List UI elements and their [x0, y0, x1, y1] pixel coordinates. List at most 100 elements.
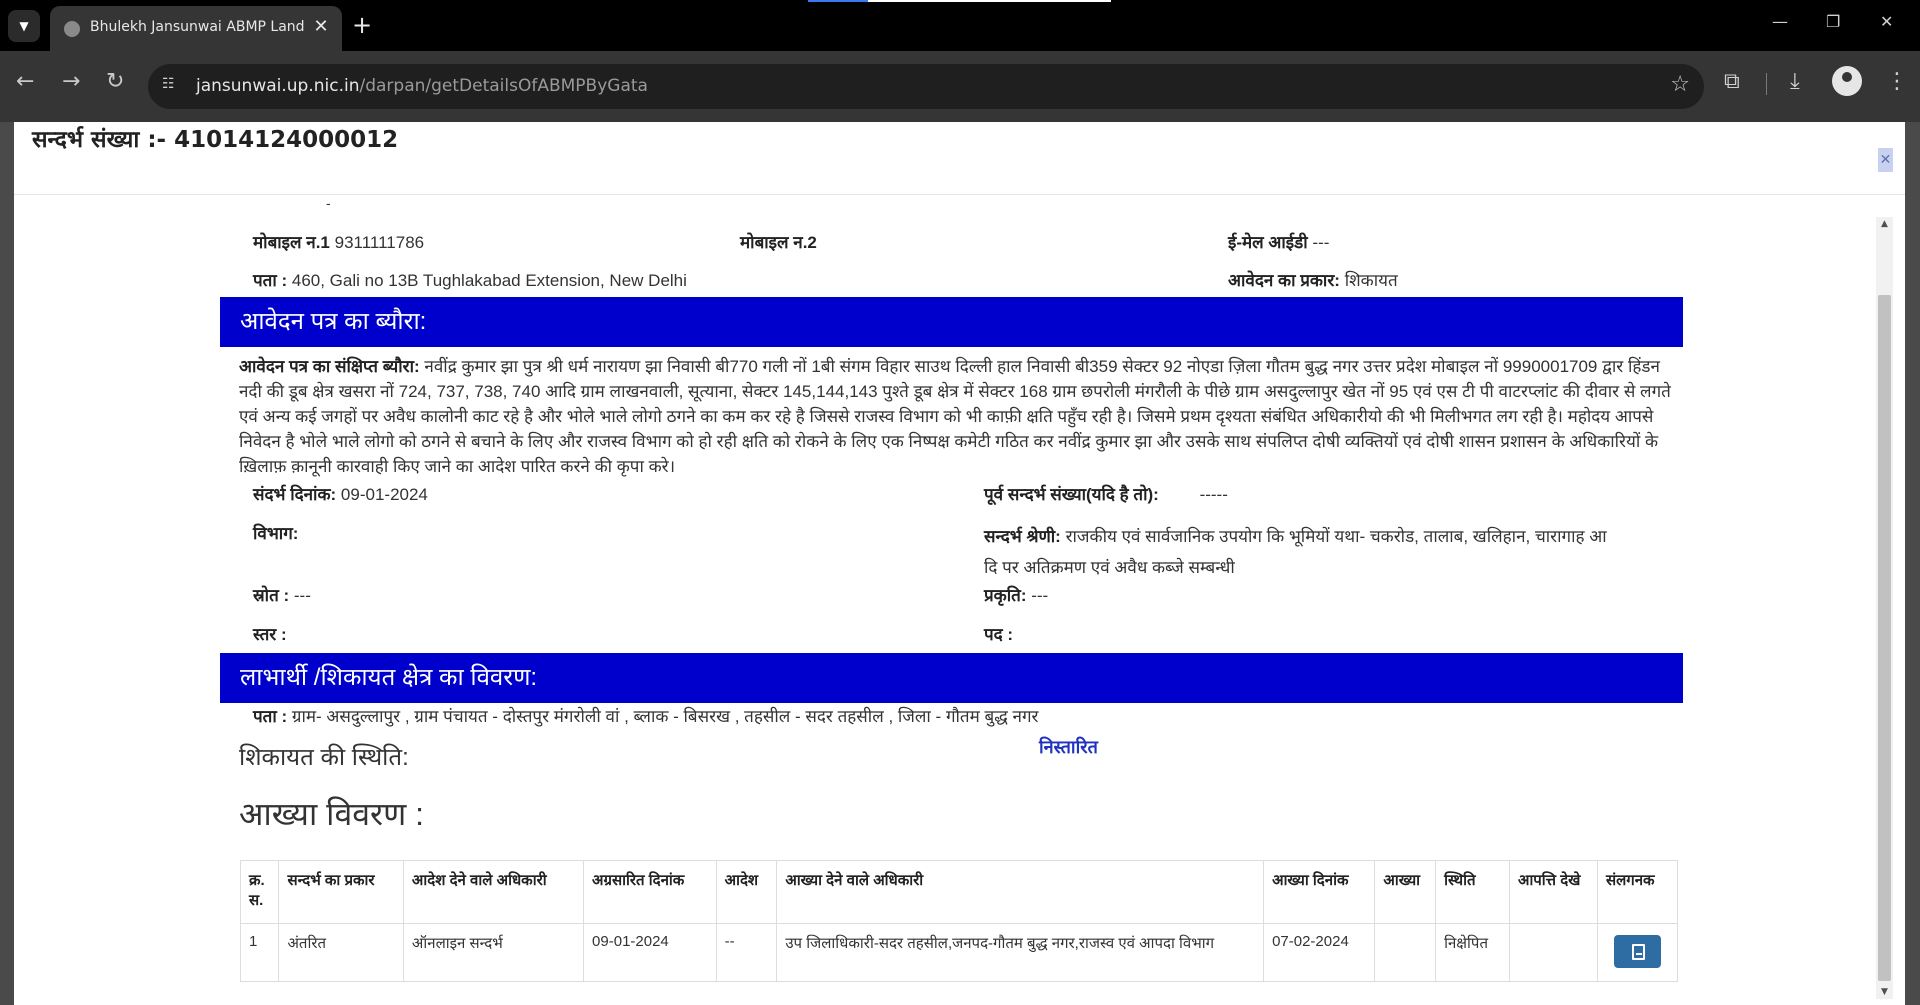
favicon-icon — [64, 21, 80, 37]
post-label: पद : — [984, 625, 1014, 644]
details-modal: सन्दर्भ संख्या :- 41014124000012 ✕ - मोब… — [14, 122, 1905, 1005]
previous-reference-value: ----- — [1199, 485, 1228, 504]
report-table: क्र. स. सन्दर्भ का प्रकार आदेश देने वाले… — [239, 860, 1679, 982]
reference-date-label: संदर्भ दिनांक: — [253, 485, 337, 504]
mobile2-label: मोबाइल न.2 — [740, 233, 817, 252]
application-section-header: आवेदन पत्र का ब्यौरा: — [220, 297, 1683, 347]
reference-date-field: संदर्भ दिनांक: 09-01-2024 — [253, 482, 428, 505]
column-header: आख्या — [1374, 860, 1437, 924]
menu-icon[interactable]: ⋮ — [1886, 68, 1908, 96]
mobile1-value: 9311111786 — [334, 233, 425, 252]
tab-title: Bhulekh Jansunwai ABMP Land — [90, 19, 305, 35]
site-info-icon[interactable]: ☷ — [162, 76, 182, 96]
modal-scrollbar[interactable]: ▲ ▼ — [1876, 217, 1893, 999]
extensions-icon[interactable]: ⧉ — [1724, 68, 1740, 96]
pdf-icon — [1631, 944, 1645, 960]
report-officer-cell: उप जिलाधिकारी-सदर तहसील,जनपद-गौतम बुद्ध … — [776, 923, 1265, 982]
loading-indicator — [808, 0, 1111, 2]
forward-date-cell: 09-01-2024 — [583, 923, 717, 982]
level-label: स्तर : — [253, 625, 287, 644]
source-label: स्रोत : — [253, 586, 290, 605]
tab-close-button[interactable]: ✕ — [310, 16, 332, 38]
reload-button[interactable]: ↻ — [106, 69, 124, 95]
report-date-cell: 07-02-2024 — [1263, 923, 1376, 982]
profile-icon[interactable] — [1832, 66, 1862, 96]
objection-cell — [1508, 923, 1598, 982]
email-value: --- — [1312, 233, 1330, 252]
back-button[interactable]: ← — [16, 69, 34, 95]
beneficiary-address-field: पता : ग्राम- असदुल्लापुर , ग्राम पंचायत … — [253, 704, 1038, 727]
summary-label: आवेदन पत्र का संक्षिप्त ब्यौरा: — [239, 357, 420, 376]
category-label: सन्दर्भ श्रेणी: — [984, 527, 1061, 546]
chevron-down-icon: ▼ — [19, 19, 29, 33]
summary-text: नवींद्र कुमार झा पुत्र श्री धर्म नारायण … — [239, 357, 1671, 476]
column-header: आख्या देने वाले अधिकारी — [776, 860, 1265, 924]
scroll-up-arrow[interactable]: ▲ — [1876, 219, 1893, 229]
table-row: 1 अंतरित ऑनलाइन सन्दर्भ 09-01-2024 -- उप… — [239, 923, 1679, 982]
column-header: आपत्ति देखे — [1508, 860, 1598, 924]
category-line2: दि पर अतिक्रमण एवं अवैध कब्जे सम्बन्धी — [984, 558, 1235, 577]
beneficiary-address-label: पता : — [253, 707, 288, 726]
post-field: पद : — [984, 622, 1013, 645]
column-header: आदेश देने वाले अधिकारी — [402, 860, 585, 924]
restore-button[interactable]: ❐ — [1826, 12, 1840, 31]
reference-date-value: 09-01-2024 — [340, 485, 428, 504]
browser-tab[interactable]: Bhulekh Jansunwai ABMP Land ✕ — [50, 6, 342, 51]
email-field: ई-मेल आईडी --- — [1228, 230, 1329, 253]
star-icon[interactable]: ☆ — [1670, 72, 1690, 97]
address-field: पता : 460, Gali no 13B Tughlakabad Exten… — [253, 268, 687, 291]
application-type-value: शिकायत — [1344, 271, 1398, 290]
level-field: स्तर : — [253, 622, 287, 645]
report-details-title: आख्या विवरण : — [239, 796, 425, 832]
application-summary: आवेदन पत्र का संक्षिप्त ब्यौरा: नवींद्र … — [239, 354, 1681, 479]
previous-reference-field: पूर्व सन्दर्भ संख्या(यदि है तो): ----- — [984, 482, 1228, 505]
modal-header: सन्दर्भ संख्या :- 41014124000012 ✕ — [14, 122, 1905, 195]
new-tab-button[interactable]: + — [352, 12, 372, 38]
pdf-attachment-button[interactable] — [1613, 935, 1661, 968]
reference-number: सन्दर्भ संख्या :- 41014124000012 — [32, 127, 399, 153]
modal-body: - मोबाइल न.1 9311111786 मोबाइल न.2 ई-मेल… — [14, 195, 1874, 1005]
serial-number-cell: 1 — [239, 923, 280, 982]
modal-close-button[interactable]: ✕ — [1878, 148, 1893, 172]
category-line1: राजकीय एवं सार्वजानिक उपयोग कि भूमियों य… — [1065, 527, 1607, 546]
address-bar[interactable]: ☷ jansunwai.up.nic.in/darpan/getDetailsO… — [148, 64, 1704, 109]
order-cell: -- — [715, 923, 778, 982]
url-host: jansunwai.up.nic.in — [196, 76, 360, 96]
tab-search-button[interactable]: ▼ — [8, 10, 40, 42]
source-value: --- — [293, 586, 311, 605]
address-label: पता : — [253, 271, 288, 290]
beneficiary-address-value: ग्राम- असदुल्लापुर , ग्राम पंचायत - दोस्… — [291, 707, 1039, 726]
complaint-status-label: शिकायत की स्थिति: — [239, 744, 409, 771]
scroll-down-arrow[interactable]: ▼ — [1876, 987, 1893, 997]
column-header: स्थिति — [1435, 860, 1510, 924]
source-field: स्रोत : --- — [253, 583, 311, 606]
address-value: 460, Gali no 13B Tughlakabad Extension, … — [291, 271, 687, 290]
forward-button[interactable]: → — [62, 69, 80, 95]
application-type-field: आवेदन का प्रकार: शिकायत — [1228, 268, 1398, 291]
column-header: अग्रसारित दिनांक — [583, 860, 717, 924]
mobile2-field: मोबाइल न.2 — [740, 230, 817, 253]
department-field: विभाग: — [253, 521, 298, 544]
url-text[interactable]: jansunwai.up.nic.in/darpan/getDetailsOfA… — [196, 76, 648, 96]
column-header: आदेश — [715, 860, 778, 924]
page-backdrop: सन्दर्भ संख्या :- 41014124000012 ✕ - मोब… — [0, 122, 1920, 1005]
attachment-cell — [1596, 923, 1679, 982]
mobile1-field: मोबाइल न.1 9311111786 — [253, 230, 424, 253]
nature-value: --- — [1031, 586, 1049, 605]
download-icon[interactable]: ⤓ — [1790, 68, 1800, 96]
dash-mark: - — [326, 195, 331, 211]
browser-toolbar: ← → ↻ ☷ jansunwai.up.nic.in/darpan/getDe… — [0, 51, 1920, 122]
email-label: ई-मेल आईडी — [1228, 233, 1308, 252]
complaint-status-value: निस्तारित — [1039, 737, 1098, 757]
status-cell: निक्षेपित — [1435, 923, 1510, 982]
window-close-button[interactable]: ✕ — [1880, 12, 1893, 31]
url-path: /darpan/getDetailsOfABMPByGata — [359, 76, 648, 96]
minimize-button[interactable]: — — [1772, 12, 1788, 31]
page-scrollbar[interactable] — [1905, 122, 1920, 1005]
category-field: सन्दर्भ श्रेणी: राजकीय एवं सार्वजानिक उप… — [984, 521, 1607, 583]
scroll-thumb[interactable] — [1878, 295, 1891, 981]
toolbar-divider — [1766, 73, 1767, 95]
column-header: आख्या दिनांक — [1263, 860, 1376, 924]
previous-reference-label: पूर्व सन्दर्भ संख्या(यदि है तो): — [984, 485, 1159, 504]
browser-tab-bar: ▼ Bhulekh Jansunwai ABMP Land ✕ + — ❐ ✕ — [0, 0, 1920, 51]
